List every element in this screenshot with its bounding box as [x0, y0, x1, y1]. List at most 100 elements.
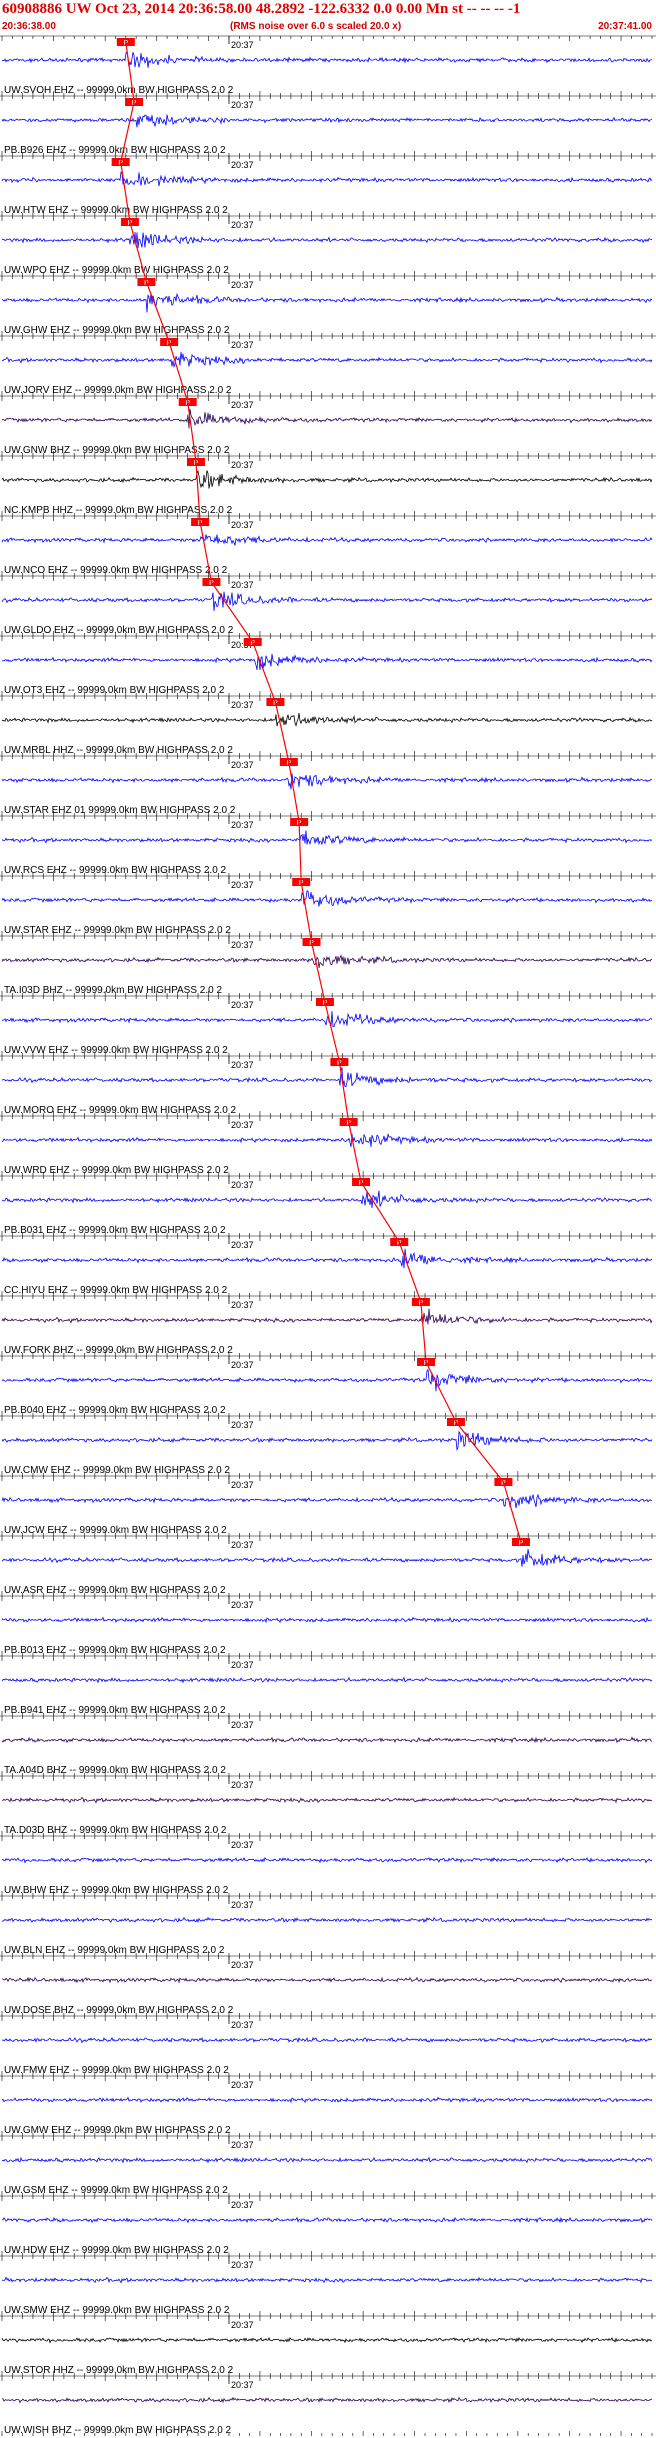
trace-label: UW.WRD EHZ -- 99999.0km BW HIGHPASS 2.0 …	[4, 1165, 229, 1176]
minute-label: 20:37	[231, 880, 254, 890]
waveform-line	[1, 351, 653, 369]
trace-row: 20:37 UW.GLDO EHZ -- 99999.0km BW HIGHPAS…	[0, 575, 656, 636]
trace-label: UW.STAR EHZ -- 99999.0km BW HIGHPASS 2.0…	[4, 925, 231, 936]
minute-label: 20:37	[231, 1240, 254, 1250]
trace-row: 20:37 UW.BHW EHZ -- 99999.0km BW HIGHPASS…	[0, 1835, 656, 1896]
waveform-line	[1, 1248, 653, 1269]
minute-label: 20:37	[231, 520, 254, 530]
trace-row: 20:37 UW.JORV EHZ -- 99999.0km BW HIGHPAS…	[0, 335, 656, 396]
trace-row: 20:37 TA.D03D BHZ -- 99999.0km BW HIGHPAS…	[0, 1775, 656, 1836]
waveform-line	[1, 1308, 653, 1325]
minute-label: 20:37	[231, 820, 254, 830]
trace-row: 20:37 UW.DOSE BHZ -- 99999.0km BW HIGHPAS…	[0, 1955, 656, 2016]
waveform-line	[1, 469, 653, 489]
waveform-line	[1, 1133, 653, 1148]
waveform-line	[1, 2036, 653, 2044]
trace-row: 20:37 UW.GNW BHZ -- 99999.0km BW HIGHPASS…	[0, 395, 656, 456]
minute-label: 20:37	[231, 160, 254, 170]
waveform-line	[1, 591, 653, 611]
trace-row: 20:37 UW.GSM EHZ -- 99999.0km BW HIGHPASS…	[0, 2135, 656, 2196]
minute-label: 20:37	[231, 1840, 254, 1850]
trace-row: 20:37 UW.FORK BHZ -- 99999.0km BW HIGHPAS…	[0, 1295, 656, 1356]
minute-label: 20:37	[231, 100, 254, 110]
trace-row: 20:37 UW.ASR EHZ -- 99999.0km BW HIGHPASS…	[0, 1535, 656, 1596]
trace-label: UW.GSM EHZ -- 99999.0km BW HIGHPASS 2.0 …	[4, 2185, 228, 2196]
minute-label: 20:37	[231, 760, 254, 770]
waveform-line	[1, 292, 653, 313]
waveform-line	[1, 534, 653, 546]
minute-label: 20:37	[231, 580, 254, 590]
waveform-line	[1, 773, 653, 790]
trace-row: 20:37 PB.B031 EHZ -- 99999.0km BW HIGHPAS…	[0, 1175, 656, 1236]
trace-row: 20:37 UW.GHW EHZ -- 99999.0km BW HIGHPASS…	[0, 275, 656, 336]
trace-row: 20:37 PB.B926 EHZ -- 99999.0km BW HIGHPAS…	[0, 95, 656, 156]
seismogram-plot: 20:37 UW.SVOH EHZ -- 99999.0km BW HIGHPAS…	[0, 35, 656, 2436]
trace-row: 20:37 TA.A04D BHZ -- 99999.0km BW HIGHPAS…	[0, 1715, 656, 1776]
trace-row: 20:37 UW.JCW EHZ -- 99999.0km BW HIGHPASS…	[0, 1475, 656, 1536]
trace-row: 20:37 NC.KMPB HHZ -- 99999.0km BW HIGHPAS…	[0, 455, 656, 516]
trace-label: UW.NCO EHZ -- 99999.0km BW HIGHPASS 2.0 …	[4, 565, 228, 576]
trace-row: 20:37 PB.B941 EHZ -- 99999.0km BW HIGHPAS…	[0, 1655, 656, 1716]
waveform-line	[1, 114, 653, 128]
trace-row: 20:37 UW.WPO EHZ -- 99999.0km BW HIGHPASS…	[0, 215, 656, 276]
minute-label: 20:37	[231, 40, 254, 50]
minute-label: 20:37	[231, 340, 254, 350]
minute-label: 20:37	[231, 1180, 254, 1190]
trace-label: UW.VVW EHZ -- 99999.0km BW HIGHPASS 2.0 …	[4, 1045, 228, 1056]
minute-label: 20:37	[231, 1900, 254, 1910]
minute-label: 20:37	[231, 1060, 254, 1070]
trace-label: UW.GNW BHZ -- 99999.0km BW HIGHPASS 2.0 …	[4, 445, 230, 456]
minute-label: 20:37	[231, 400, 254, 410]
waveform-line	[1, 653, 653, 671]
trace-row: 20:37 UW.STAR EHZ 01 99999.0km BW HIGHPAS…	[0, 755, 656, 816]
trace-label: UW.OT3 EHZ -- 99999.0km BW HIGHPASS 2.0 …	[4, 685, 225, 696]
trace-label: UW.HTW EHZ -- 99999.0km BW HIGHPASS 2.0 …	[4, 205, 228, 216]
minute-label: 20:37	[231, 1540, 254, 1550]
waveform-line	[1, 954, 653, 968]
minute-label: 20:37	[231, 220, 254, 230]
minute-label: 20:37	[231, 1000, 254, 1010]
trace-label: PB.B040 EHZ -- 99999.0km BW HIGHPASS 2.0…	[4, 1405, 226, 1416]
waveform-line	[1, 1676, 653, 1684]
trace-row: 20:37 UW.WRD EHZ -- 99999.0km BW HIGHPASS…	[0, 1115, 656, 1176]
waveform-line	[1, 50, 653, 68]
waveform-line	[2, 1916, 653, 1924]
trace-label: TA.D03D BHZ -- 99999.0km BW HIGHPASS 2.0…	[4, 1825, 227, 1836]
minute-label: 20:37	[231, 460, 254, 470]
minute-label: 20:37	[231, 1600, 254, 1610]
waveform-line	[1, 830, 653, 846]
trace-label: UW.MORO EHZ -- 99999.0km BW HIGHPASS 2.0…	[4, 1105, 237, 1116]
minute-label: 20:37	[231, 1660, 254, 1670]
trace-label: UW.FORK BHZ -- 99999.0km BW HIGHPASS 2.0…	[4, 1345, 233, 1356]
waveform-line	[2, 1011, 653, 1028]
waveform-line	[1, 171, 653, 187]
trace-label: PB.B926 EHZ -- 99999.0km BW HIGHPASS 2.0…	[4, 145, 226, 156]
trace-row: 20:37 UW.VVW EHZ -- 99999.0km BW HIGHPASS…	[0, 995, 656, 1056]
waveform-line	[1, 2156, 653, 2164]
waveform-line	[1, 1493, 652, 1508]
minute-label: 20:37	[231, 1480, 254, 1490]
minute-label: 20:37	[231, 1780, 254, 1790]
trace-label: UW.WPO EHZ -- 99999.0km BW HIGHPASS 2.0 …	[4, 265, 229, 276]
trace-label: PB.B031 EHZ -- 99999.0km BW HIGHPASS 2.0…	[4, 1225, 226, 1236]
waveform-line	[1, 1549, 653, 1567]
waveform-line	[1, 2096, 653, 2104]
trace-row: 20:37UW.HDW EHZ -- 99999.0km BW HIGHPASS…	[0, 2195, 656, 2256]
trace-label: UW.CMW EHZ -- 99999.0km BW HIGHPASS 2.0 …	[4, 1465, 230, 1476]
minute-label: 20:37	[231, 940, 254, 950]
minute-label: 20:37	[231, 1120, 254, 1130]
trace-row: 20:37 TA.I03D BHZ -- 99999.0km BW HIGHPAS…	[0, 935, 656, 996]
waveform-line	[1, 1616, 653, 1624]
trace-label: UW.BHW EHZ -- 99999.0km BW HIGHPASS 2.0 …	[4, 1885, 229, 1896]
minute-label: 20:37	[231, 1360, 254, 1370]
minute-label: 20:37	[231, 700, 254, 710]
trace-label: UW.ASR EHZ -- 99999.0km BW HIGHPASS 2.0 …	[4, 1585, 226, 1596]
waveform-line	[1, 1067, 653, 1088]
trace-label: UW.RCS EHZ -- 99999.0km BW HIGHPASS 2.0 …	[4, 865, 227, 876]
minute-label: 20:37	[231, 2140, 254, 2150]
trace-label: UW.MRBL HHZ -- 99999.0km BW HIGHPASS 2.0…	[4, 745, 233, 756]
trace-label: PB.B013 EHZ -- 99999.0km BW HIGHPASS 2.0…	[4, 1645, 226, 1656]
trace-row: 20:37 UW.NCO EHZ -- 99999.0km BW HIGHPASS…	[0, 515, 656, 576]
trace-label: TA.A04D BHZ -- 99999.0km BW HIGHPASS 2.0…	[4, 1765, 226, 1776]
minute-label: 20:37	[231, 1960, 254, 1970]
